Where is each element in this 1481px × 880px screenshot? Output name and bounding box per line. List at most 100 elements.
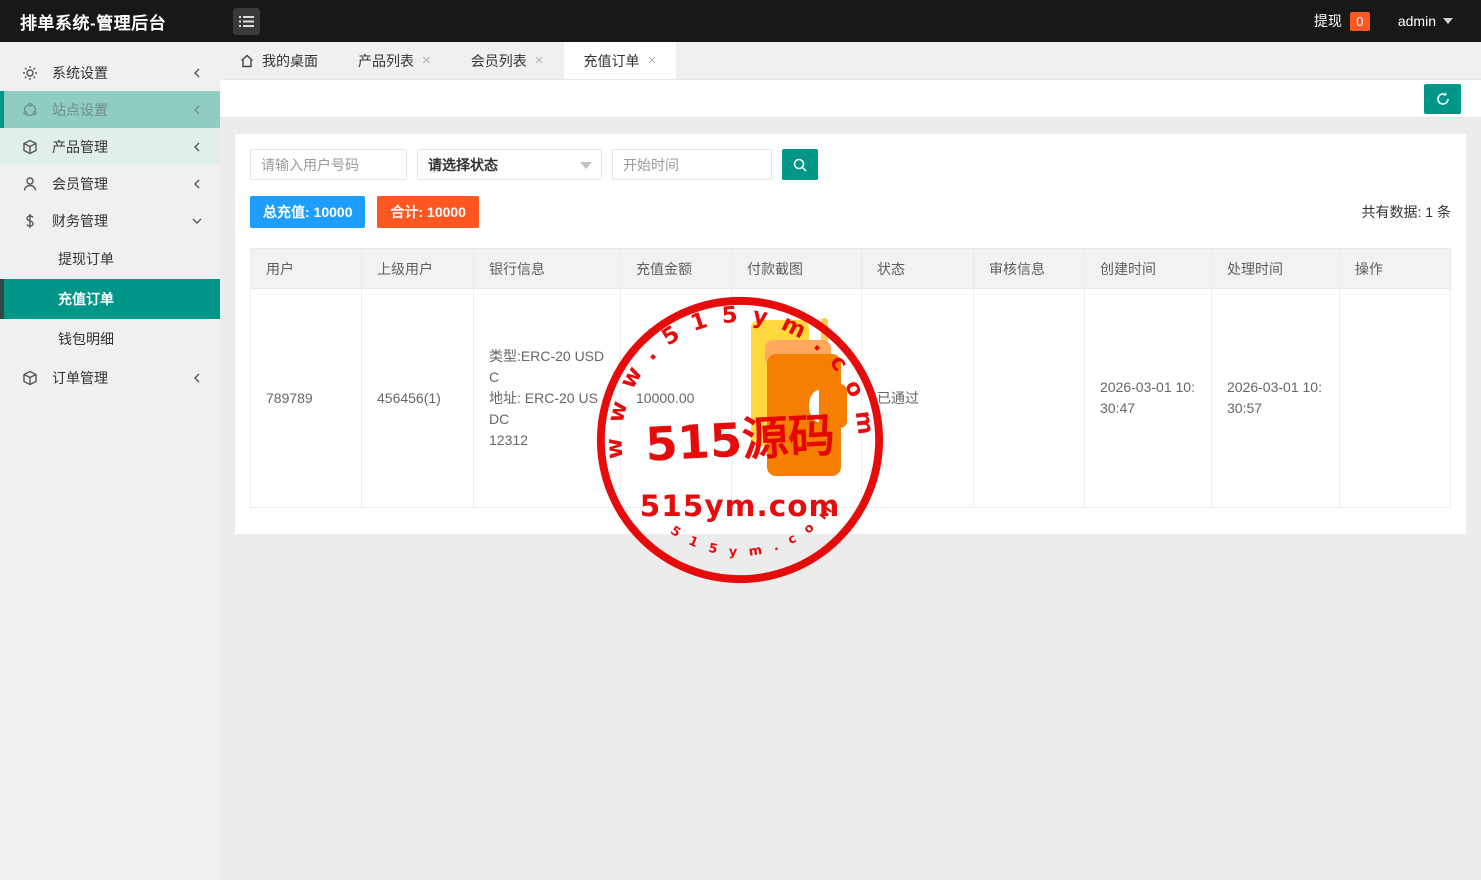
search-button[interactable] <box>782 149 818 180</box>
cell-action <box>1340 289 1451 508</box>
order-box-icon <box>22 370 38 386</box>
sidebar-item-product-management[interactable]: 产品管理 <box>0 128 220 165</box>
col-amount: 充值金额 <box>621 249 732 289</box>
content-area: 总充值: 10000 合计: 10000 共有数据: 1 条 用户 <box>220 118 1481 880</box>
user-menu[interactable]: admin <box>1398 13 1453 29</box>
sidebar-item-site-settings[interactable]: 站点设置 <box>0 91 220 128</box>
sidebar-item-order-management[interactable]: 订单管理 <box>0 359 220 396</box>
tab-label: 产品列表 <box>358 51 414 71</box>
sidebar-item-recharge-orders[interactable]: 充值订单 <box>0 279 220 319</box>
tab-recharge-orders[interactable]: 充值订单 × <box>564 42 677 79</box>
chevron-left-icon <box>192 105 202 115</box>
cell-status: 已通过 <box>862 289 974 508</box>
user-number-input[interactable] <box>250 149 407 180</box>
col-parent-user: 上级用户 <box>362 249 474 289</box>
sidebar-item-label: 财务管理 <box>52 211 192 231</box>
status-select[interactable] <box>417 149 602 180</box>
col-payment-screenshot: 付款截图 <box>732 249 862 289</box>
sidebar-item-label: 充值订单 <box>58 289 114 309</box>
sidebar-item-label: 钱包明细 <box>58 329 114 349</box>
site-icon <box>22 102 38 118</box>
table-header-row: 用户 上级用户 银行信息 充值金额 付款截图 状态 审核信息 创建时间 处理时间… <box>251 249 1451 289</box>
sidebar-item-system-settings[interactable]: 系统设置 <box>0 54 220 91</box>
summary-row: 总充值: 10000 合计: 10000 共有数据: 1 条 <box>250 196 1451 228</box>
sidebar-item-label: 会员管理 <box>52 174 192 194</box>
total-recharge-badge: 总充值: 10000 <box>250 196 365 228</box>
gear-icon <box>22 65 38 81</box>
table-row: 789789 456456(1) 类型:ERC-20 USDC 地址: ERC-… <box>251 289 1451 508</box>
sidebar-item-member-management[interactable]: 会员管理 <box>0 165 220 202</box>
sidebar-item-label: 系统设置 <box>52 63 192 83</box>
recharge-orders-panel: 总充值: 10000 合计: 10000 共有数据: 1 条 用户 <box>235 134 1466 534</box>
sidebar-item-label: 提现订单 <box>58 249 114 269</box>
col-created-at: 创建时间 <box>1085 249 1212 289</box>
hamburger-icon <box>239 15 254 28</box>
cell-parent-user: 456456(1) <box>362 289 474 508</box>
main-area: 我的桌面 产品列表 × 会员列表 × 充值订单 × <box>220 42 1481 880</box>
tab-member-list[interactable]: 会员列表 × <box>451 42 564 79</box>
bank-address: 地址: ERC-20 USDC <box>489 388 605 430</box>
orders-table: 用户 上级用户 银行信息 充值金额 付款截图 状态 审核信息 创建时间 处理时间… <box>250 248 1451 508</box>
app-title: 排单系统-管理后台 <box>0 9 220 34</box>
header-right: 提现 0 admin <box>1314 11 1481 31</box>
col-action: 操作 <box>1340 249 1451 289</box>
cell-audit-info <box>974 289 1085 508</box>
subtotal-badge: 合计: 10000 <box>377 196 478 228</box>
tab-desktop[interactable]: 我的桌面 <box>220 42 338 79</box>
start-time-input[interactable] <box>612 149 772 180</box>
col-user: 用户 <box>251 249 362 289</box>
sidebar-item-finance-management[interactable]: 财务管理 <box>0 202 220 239</box>
chevron-left-icon <box>192 142 202 152</box>
cell-created-at: 2026-03-01 10:30:47 <box>1085 289 1212 508</box>
status-select-wrap <box>417 149 602 180</box>
close-icon[interactable]: × <box>535 52 544 69</box>
cell-user: 789789 <box>251 289 362 508</box>
tab-bar: 我的桌面 产品列表 × 会员列表 × 充值订单 × <box>220 42 1481 80</box>
col-status: 状态 <box>862 249 974 289</box>
top-header: 排单系统-管理后台 提现 0 admin <box>0 0 1481 42</box>
chevron-left-icon <box>192 373 202 383</box>
tab-label: 我的桌面 <box>262 51 318 71</box>
cell-processed-at: 2026-03-01 10:30:57 <box>1212 289 1340 508</box>
cell-bank-info: 类型:ERC-20 USDC 地址: ERC-20 USDC 12312 <box>474 289 621 508</box>
close-icon[interactable]: × <box>422 52 431 69</box>
col-processed-at: 处理时间 <box>1212 249 1340 289</box>
payment-screenshot-image[interactable] <box>749 318 844 478</box>
tab-product-list[interactable]: 产品列表 × <box>338 42 451 79</box>
col-bank-info: 银行信息 <box>474 249 621 289</box>
refresh-icon <box>1435 91 1451 107</box>
withdraw-count-badge: 0 <box>1350 12 1370 31</box>
home-icon <box>240 54 254 68</box>
tab-label: 充值订单 <box>584 51 640 71</box>
chevron-down-icon <box>1443 18 1453 24</box>
sidebar-toggle-button[interactable] <box>233 8 260 35</box>
bank-account: 12312 <box>489 430 605 451</box>
product-box-icon <box>22 139 38 155</box>
filter-row <box>250 149 1451 180</box>
search-icon <box>792 157 808 173</box>
chevron-down-icon <box>192 216 202 226</box>
sidebar-item-label: 站点设置 <box>52 100 192 120</box>
sidebar-item-label: 订单管理 <box>52 368 192 388</box>
sidebar-item-withdraw-orders[interactable]: 提现订单 <box>0 239 220 279</box>
person-icon <box>22 176 38 192</box>
wallet-clasp-shape <box>819 384 847 428</box>
sidebar: 系统设置 站点设置 产品管理 <box>0 42 220 880</box>
username: admin <box>1398 13 1436 29</box>
chevron-left-icon <box>192 68 202 78</box>
page-toolbar <box>220 80 1481 118</box>
col-audit-info: 审核信息 <box>974 249 1085 289</box>
close-icon[interactable]: × <box>648 52 657 69</box>
chevron-left-icon <box>192 179 202 189</box>
withdraw-shortcut[interactable]: 提现 0 <box>1314 11 1370 31</box>
record-count: 共有数据: 1 条 <box>1362 202 1451 222</box>
withdraw-label: 提现 <box>1314 11 1342 31</box>
tab-label: 会员列表 <box>471 51 527 71</box>
cell-payment-screenshot <box>732 289 862 508</box>
dollar-icon <box>22 213 38 229</box>
bank-type: 类型:ERC-20 USDC <box>489 346 605 388</box>
refresh-button[interactable] <box>1424 84 1461 114</box>
sidebar-item-label: 产品管理 <box>52 137 192 157</box>
app-root: 排单系统-管理后台 提现 0 admin <box>0 0 1481 880</box>
sidebar-item-wallet-details[interactable]: 钱包明细 <box>0 319 220 359</box>
